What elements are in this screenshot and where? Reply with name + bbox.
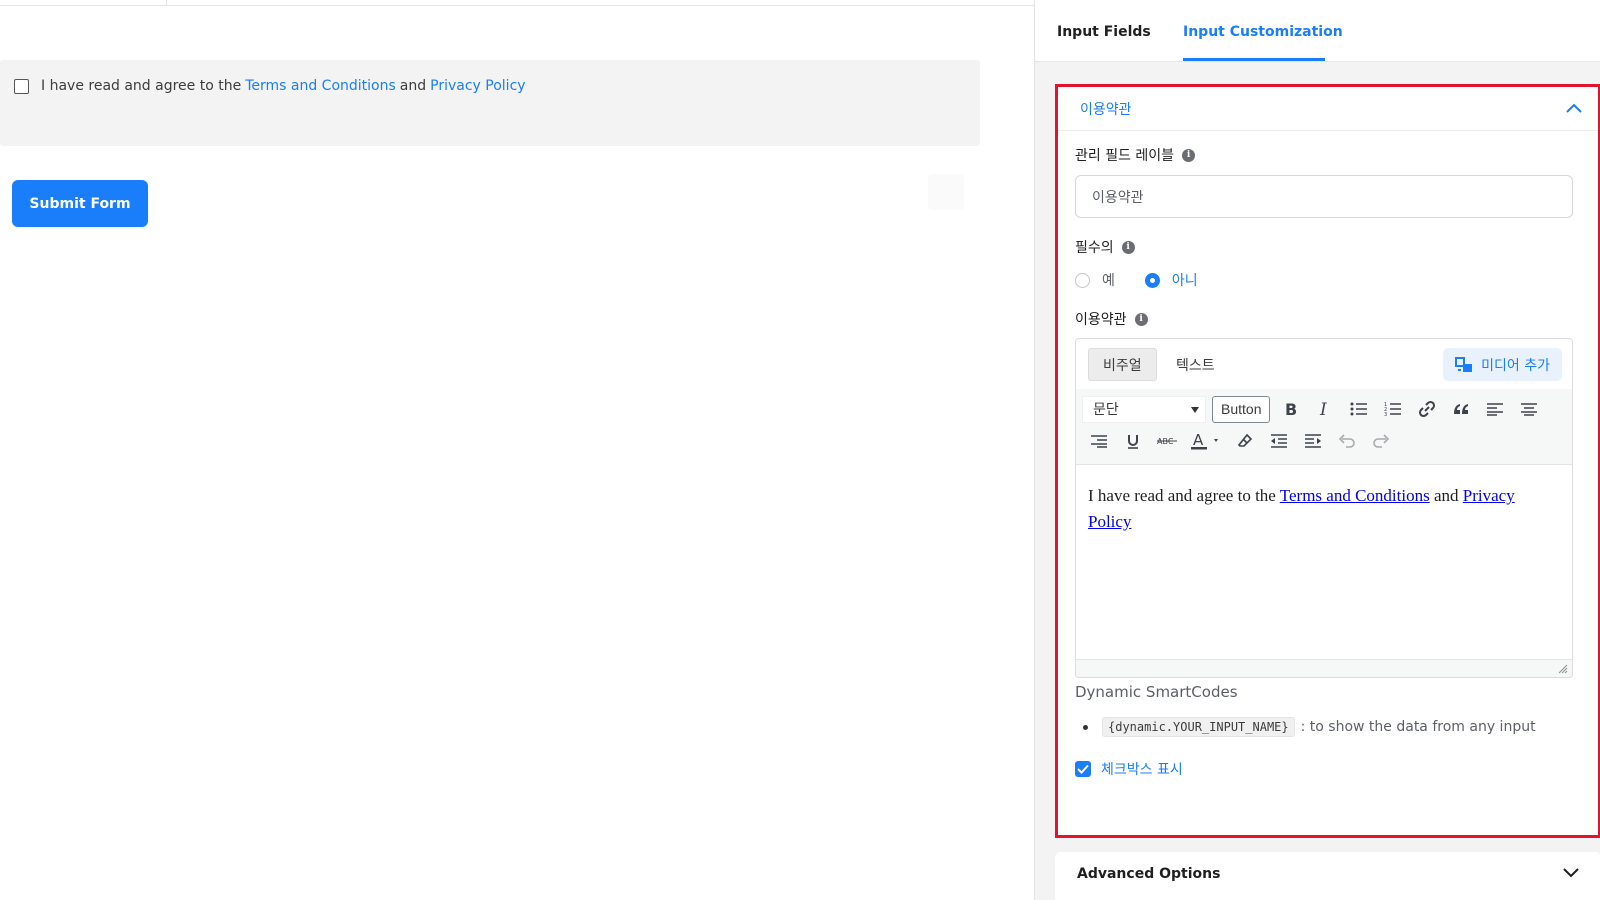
- link-icon[interactable]: [1410, 395, 1444, 423]
- card-header[interactable]: 이용약관: [1058, 87, 1598, 131]
- tab-input-customization[interactable]: Input Customization: [1183, 24, 1343, 40]
- clear-formatting-icon[interactable]: [1228, 427, 1262, 455]
- strikethrough-icon[interactable]: ABC: [1150, 427, 1184, 455]
- svg-text:A: A: [1193, 432, 1204, 449]
- show-checkbox-checkbox[interactable]: [1075, 761, 1091, 777]
- show-checkbox-option[interactable]: 체크박스 표시: [1075, 759, 1183, 779]
- add-media-label: 미디어 추가: [1481, 357, 1550, 374]
- chevron-up-icon[interactable]: [1566, 103, 1582, 113]
- editor-content[interactable]: I have read and agree to the Terms and C…: [1088, 483, 1558, 535]
- card-title: 이용약관: [1080, 102, 1132, 118]
- chevron-down-icon[interactable]: [1563, 868, 1579, 878]
- tab-text[interactable]: 텍스트: [1162, 348, 1229, 381]
- editor-text: I have read and agree to the: [1088, 486, 1276, 505]
- align-right-icon[interactable]: [1082, 427, 1116, 455]
- required-radio-group: 예 아니: [1075, 270, 1228, 290]
- tab-input-fields[interactable]: Input Fields: [1057, 24, 1151, 40]
- underline-icon[interactable]: [1116, 427, 1150, 455]
- editor-statusbar: [1076, 659, 1572, 677]
- button-tag-button[interactable]: Button: [1212, 395, 1271, 423]
- advanced-options-title: Advanced Options: [1077, 866, 1221, 882]
- add-media-button[interactable]: 미디어 추가: [1443, 348, 1562, 381]
- required-option-yes[interactable]: 예: [1075, 270, 1115, 290]
- editor-mode-tabs: 비주얼 텍스트 미디어 추가: [1076, 339, 1572, 389]
- toolbar-row-2: ABC A: [1082, 427, 1398, 455]
- toolbar-row-1: 문단 Button B I 123: [1082, 395, 1546, 423]
- terms-link[interactable]: Terms and Conditions: [245, 78, 396, 94]
- numbered-list-icon[interactable]: 123: [1376, 395, 1410, 423]
- indent-icon[interactable]: [1296, 427, 1330, 455]
- align-left-icon[interactable]: [1478, 395, 1512, 423]
- smartcode-code: {dynamic.YOUR_INPUT_NAME}: [1102, 717, 1295, 737]
- blockquote-icon[interactable]: [1444, 395, 1478, 423]
- radio-no[interactable]: [1144, 272, 1160, 288]
- info-icon[interactable]: i: [1134, 312, 1148, 326]
- resize-grip-icon[interactable]: [1558, 664, 1568, 674]
- rich-text-editor: 비주얼 텍스트 미디어 추가 문단 Button B I 1 2 3 ABC A…: [1075, 338, 1573, 678]
- align-center-icon[interactable]: [1512, 395, 1546, 423]
- smartcode-item: {dynamic.YOUR_INPUT_NAME} : to show the …: [1083, 717, 1536, 737]
- admin-label-input[interactable]: 이용약관: [1075, 175, 1573, 218]
- terms-content-label: 이용약관 i: [1075, 309, 1148, 329]
- show-checkbox-label: 체크박스 표시: [1101, 762, 1183, 778]
- consent-text: I have read and agree to the: [41, 78, 242, 94]
- active-tab-indicator: [1183, 58, 1325, 61]
- info-icon[interactable]: i: [1121, 240, 1135, 254]
- radio-yes[interactable]: [1075, 272, 1090, 288]
- admin-label-field-label: 관리 필드 레이블 i: [1075, 145, 1196, 165]
- editor-terms-link[interactable]: Terms and Conditions: [1280, 486, 1430, 505]
- redo-icon[interactable]: [1364, 427, 1398, 455]
- required-field-label: 필수의 i: [1075, 237, 1135, 257]
- undo-icon[interactable]: [1330, 427, 1364, 455]
- dropdown-arrow-icon: [1191, 406, 1199, 413]
- bullet-dot: [1083, 724, 1088, 730]
- panel-tabs: Input Fields Input Customization: [1035, 0, 1600, 62]
- terms-label-text: 이용약관: [1075, 312, 1127, 328]
- divider: [166, 0, 167, 6]
- text-color-icon[interactable]: A: [1184, 427, 1228, 455]
- smartcodes-title: Dynamic SmartCodes: [1075, 683, 1238, 701]
- media-icon: [1455, 356, 1473, 372]
- settings-panel: Input Fields Input Customization 이용약관 관리…: [1034, 0, 1600, 900]
- radio-no-label: 아니: [1171, 273, 1198, 289]
- terms-settings-card: 이용약관 관리 필드 레이블 i 이용약관 필수의 i 예 아니 이용약관 i: [1055, 84, 1600, 838]
- italic-icon[interactable]: I: [1308, 395, 1342, 423]
- bold-icon[interactable]: B: [1274, 395, 1308, 423]
- tab-visual[interactable]: 비주얼: [1088, 348, 1157, 381]
- check-icon: [1077, 764, 1089, 774]
- consent-conj: and: [399, 78, 427, 94]
- format-select[interactable]: 문단: [1082, 395, 1206, 423]
- admin-label-text: 관리 필드 레이블: [1075, 148, 1175, 164]
- privacy-link[interactable]: Privacy Policy: [430, 78, 525, 94]
- outdent-icon[interactable]: [1262, 427, 1296, 455]
- smartcode-description: : to show the data from any input: [1300, 719, 1536, 735]
- required-option-no[interactable]: 아니: [1144, 270, 1198, 290]
- submit-form-button[interactable]: Submit Form: [12, 180, 148, 227]
- consent-checkbox[interactable]: [14, 78, 29, 94]
- format-select-value: 문단: [1093, 402, 1119, 418]
- terms-field-preview[interactable]: I have read and agree to the Terms and C…: [0, 60, 980, 146]
- advanced-options-card[interactable]: Advanced Options: [1055, 852, 1600, 900]
- svg-text:I: I: [1319, 401, 1327, 417]
- editor-toolbar: 문단 Button B I 123 ABC A: [1076, 389, 1572, 465]
- radio-yes-label: 예: [1102, 273, 1115, 289]
- required-label-text: 필수의: [1075, 240, 1114, 256]
- info-icon[interactable]: i: [1182, 148, 1196, 162]
- svg-text:3: 3: [1384, 412, 1387, 417]
- preview-placeholder-box: [928, 174, 964, 210]
- editor-conj: and: [1433, 486, 1459, 505]
- bullet-list-icon[interactable]: [1342, 395, 1376, 423]
- svg-text:B: B: [1285, 401, 1297, 417]
- preview-top-border: [0, 0, 1036, 6]
- terms-consent-row: I have read and agree to the Terms and C…: [14, 78, 530, 94]
